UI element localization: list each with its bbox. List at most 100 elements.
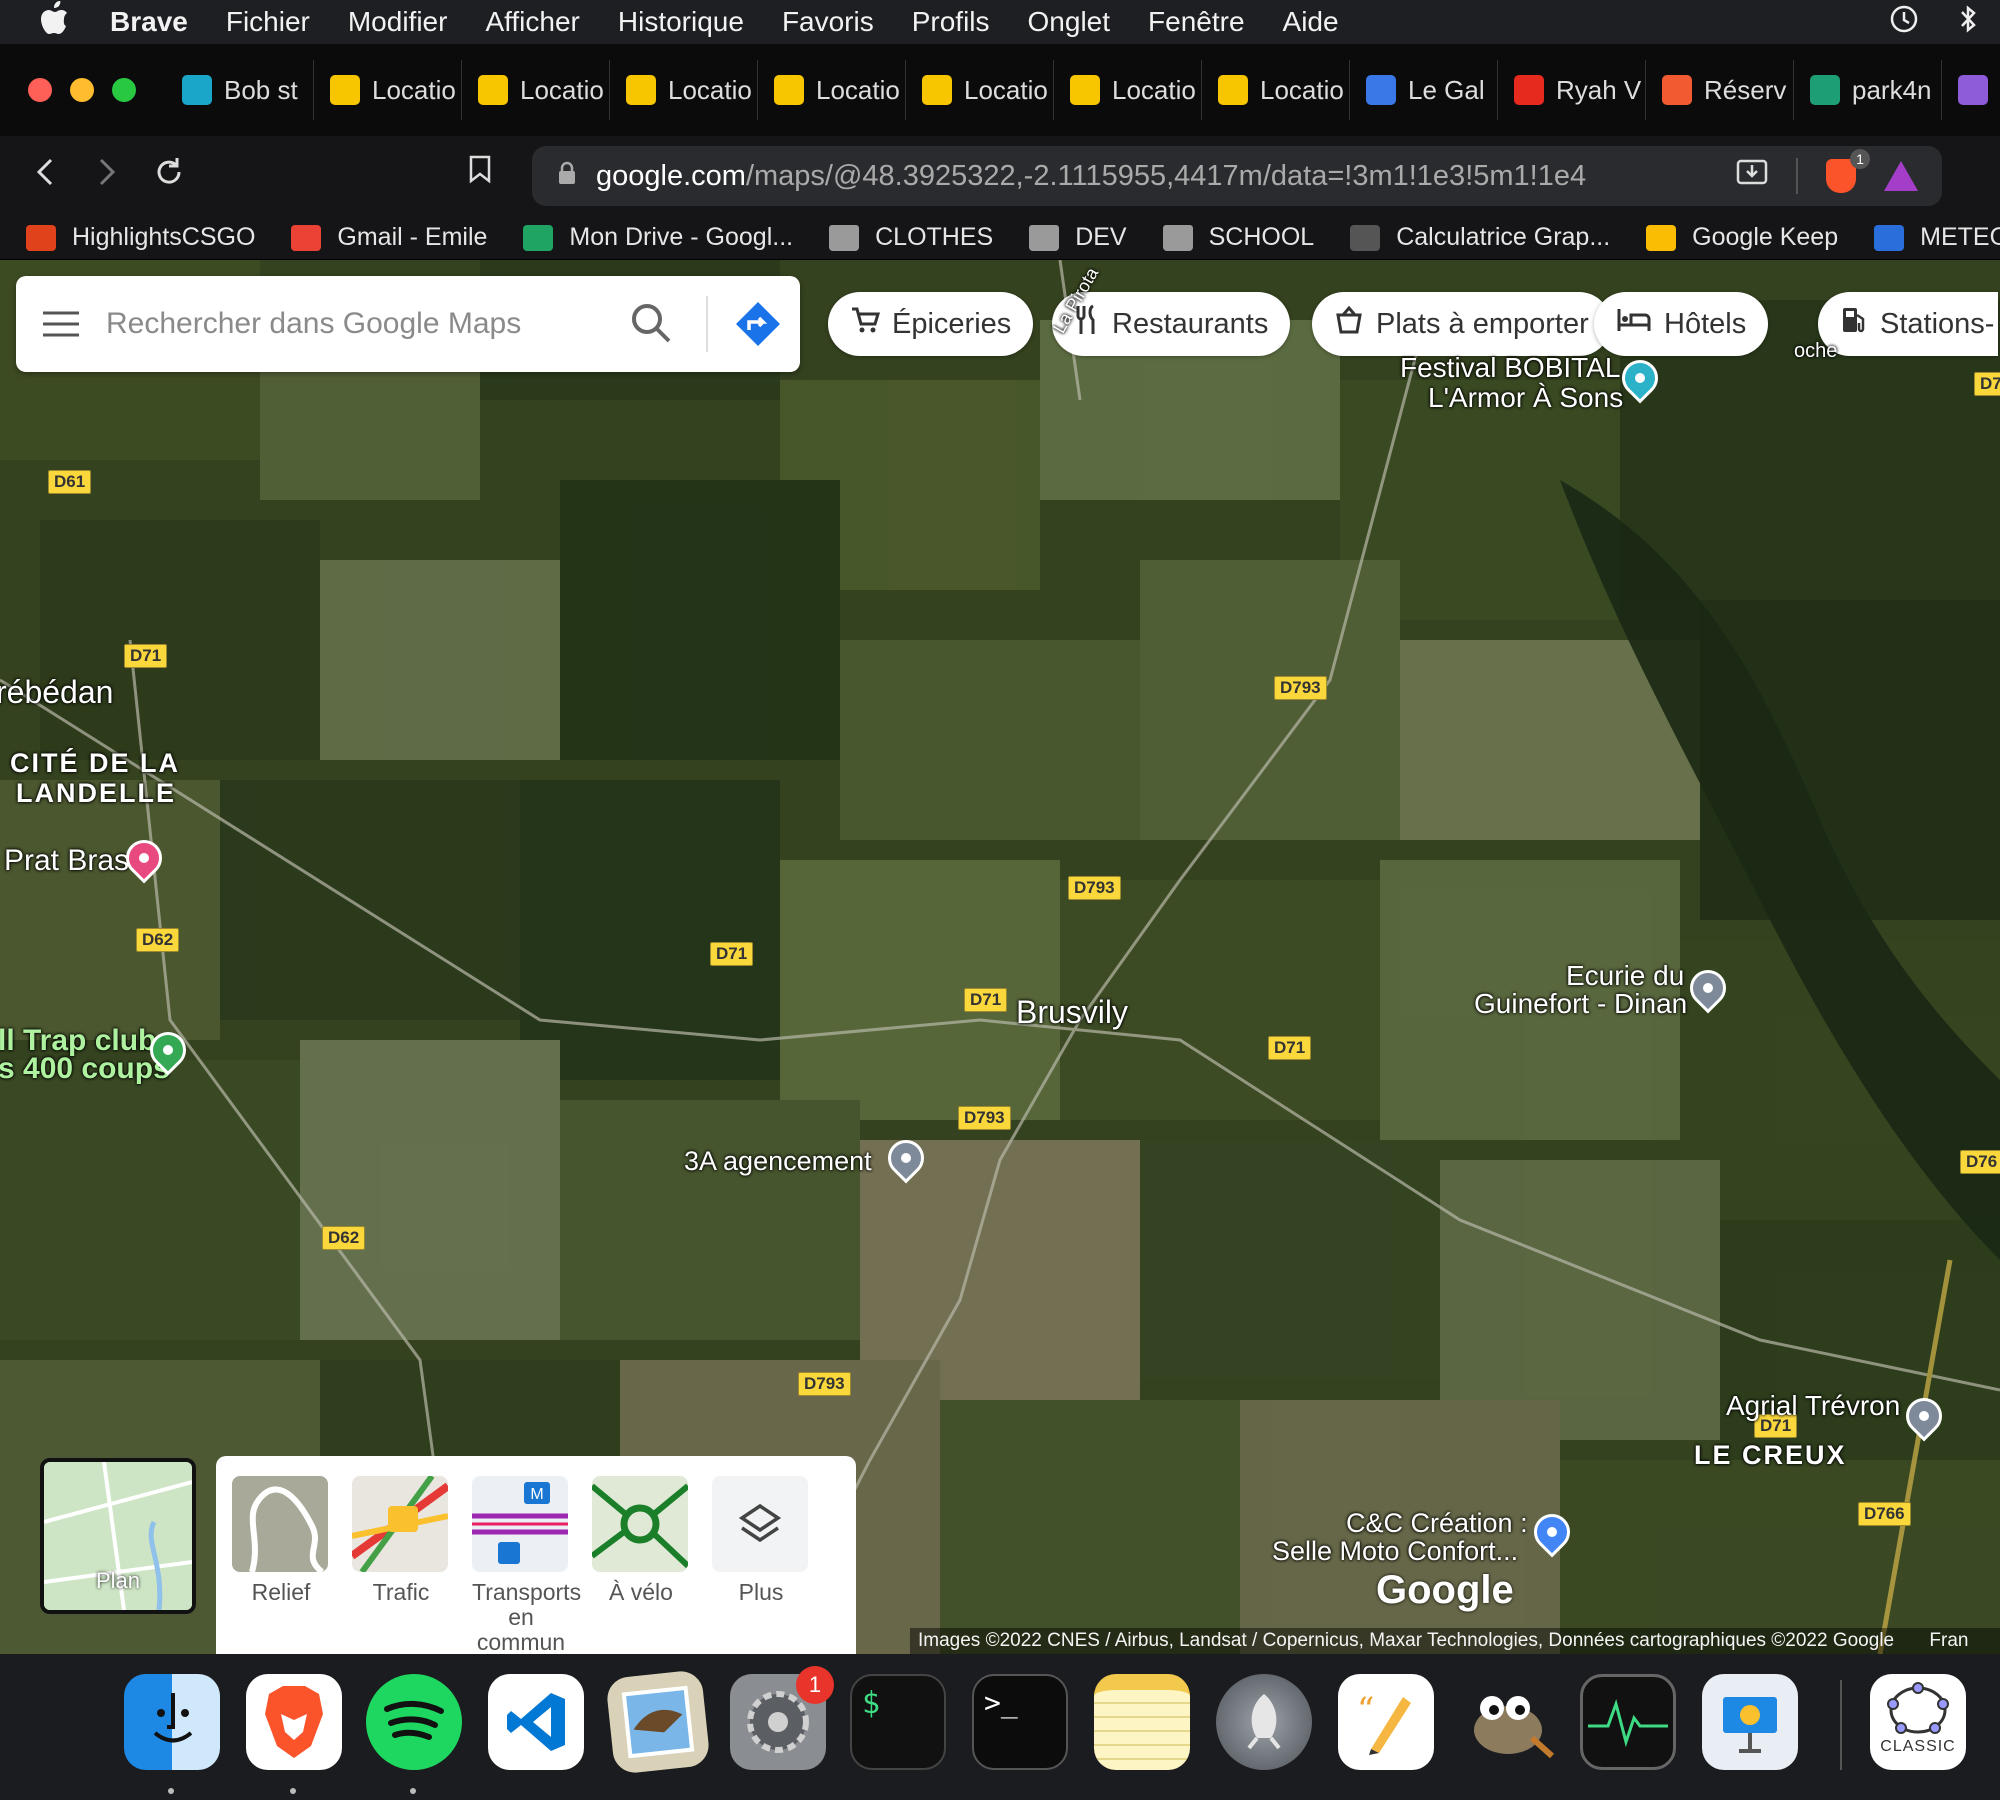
spotify-icon[interactable] bbox=[366, 1674, 462, 1770]
iterm-icon[interactable]: $ bbox=[850, 1674, 946, 1770]
hertz-icon bbox=[774, 75, 804, 105]
layer-plus[interactable]: Plus bbox=[712, 1476, 810, 1634]
textedit-icon[interactable]: “ bbox=[1338, 1674, 1434, 1770]
menu-favoris[interactable]: Favoris bbox=[782, 6, 874, 38]
forward-icon[interactable] bbox=[76, 155, 138, 197]
lock-icon bbox=[558, 161, 576, 192]
place-label[interactable]: Agrial Trévron bbox=[1726, 1390, 1900, 1422]
browser-tab[interactable]: Locatio bbox=[610, 60, 758, 120]
place-label[interactable]: Prat Bras bbox=[4, 844, 129, 878]
bike-icon bbox=[592, 1476, 688, 1572]
menu-icon[interactable] bbox=[16, 309, 106, 339]
back-icon[interactable] bbox=[14, 155, 76, 197]
bluetooth-icon[interactable] bbox=[1956, 3, 1980, 42]
browser-tab[interactable]: Réserv bbox=[1646, 60, 1794, 120]
place-label[interactable]: rébédan bbox=[0, 674, 113, 711]
notes-icon[interactable] bbox=[1094, 1674, 1190, 1770]
keep-icon bbox=[1646, 224, 1677, 251]
place-label[interactable]: Festival BOBITAL bbox=[1400, 352, 1620, 384]
bookmark-item[interactable]: Mon Drive - Googl... bbox=[523, 223, 793, 252]
place-label[interactable]: LANDELLE bbox=[16, 778, 176, 809]
browser-tab[interactable]: Locatio bbox=[462, 60, 610, 120]
tab-bar: Bob st Locatio Locatio Locatio Locatio Locati… bbox=[0, 44, 2000, 136]
activity-monitor-icon[interactable] bbox=[1580, 1674, 1676, 1770]
road-label: D71 bbox=[124, 644, 168, 668]
bookmark-item[interactable]: METEO T bbox=[1874, 223, 2000, 252]
place-label[interactable]: C&C Création : bbox=[1346, 1508, 1528, 1539]
bookmark-item[interactable]: CLOTHES bbox=[829, 223, 993, 252]
browser-tab[interactable]: Locatio bbox=[1054, 60, 1202, 120]
place-label[interactable]: LE CREUX bbox=[1694, 1440, 1847, 1471]
gmail-icon bbox=[291, 224, 322, 251]
search-icon[interactable] bbox=[628, 300, 674, 351]
brave-shield-icon[interactable]: 1 bbox=[1826, 149, 1870, 193]
bookmark-item[interactable]: DEV bbox=[1029, 223, 1127, 252]
menu-aide[interactable]: Aide bbox=[1283, 6, 1339, 38]
chip-stations[interactable]: Stations- bbox=[1818, 292, 1999, 356]
chip-plats-a-emporter[interactable]: Plats à emporter bbox=[1312, 292, 1611, 356]
search-input[interactable] bbox=[106, 307, 566, 341]
menu-modifier[interactable]: Modifier bbox=[348, 6, 448, 38]
finder-icon[interactable] bbox=[124, 1674, 220, 1770]
place-label[interactable]: L'Armor À Sons bbox=[1428, 382, 1623, 414]
place-label[interactable]: 3A agencement bbox=[684, 1146, 872, 1177]
layer-trafic[interactable]: Trafic bbox=[352, 1476, 450, 1634]
menu-profils[interactable]: Profils bbox=[912, 6, 990, 38]
browser-tab[interactable]: Locatio bbox=[906, 60, 1054, 120]
terminal-icon[interactable]: >_ bbox=[972, 1674, 1068, 1770]
minimize-window-icon[interactable] bbox=[70, 78, 94, 102]
browser-tab[interactable]: park4n bbox=[1794, 60, 1942, 120]
browser-tab[interactable]: Bob st bbox=[166, 60, 314, 120]
place-label[interactable]: Guinefort - Dinan bbox=[1474, 988, 1687, 1020]
place-label[interactable]: CITÉ DE LA bbox=[10, 748, 180, 779]
map-type-plan-button[interactable]: Plan bbox=[40, 1458, 196, 1614]
menu-fenetre[interactable]: Fenêtre bbox=[1148, 6, 1245, 38]
install-app-icon[interactable] bbox=[1736, 157, 1768, 195]
road-label: D7 bbox=[1974, 372, 2000, 396]
brave-icon[interactable] bbox=[246, 1674, 342, 1770]
gimp-icon[interactable] bbox=[1460, 1674, 1556, 1770]
place-label-brusvily[interactable]: Brusvily bbox=[1016, 994, 1128, 1031]
bookmark-item[interactable]: SCHOOL bbox=[1162, 223, 1314, 252]
bookmark-item[interactable]: Google Keep bbox=[1646, 223, 1838, 252]
menu-app[interactable]: Brave bbox=[110, 6, 188, 38]
bookmark-icon[interactable] bbox=[468, 154, 492, 192]
place-label[interactable]: Selle Moto Confort... bbox=[1272, 1536, 1518, 1567]
browser-tab[interactable]: Locatio bbox=[1202, 60, 1350, 120]
reload-icon[interactable] bbox=[138, 155, 200, 198]
bookmark-item[interactable]: Gmail - Emile bbox=[291, 223, 487, 252]
layer-relief[interactable]: Relief bbox=[232, 1476, 330, 1634]
time-machine-icon[interactable] bbox=[1888, 3, 1920, 42]
browser-tab[interactable]: Locatio bbox=[314, 60, 462, 120]
brave-rewards-icon[interactable] bbox=[1884, 161, 1918, 191]
geogebra-icon[interactable]: CLASSIC bbox=[1870, 1674, 1966, 1770]
road-label: D793 bbox=[798, 1372, 851, 1396]
chip-hotels[interactable]: Hôtels bbox=[1594, 292, 1769, 356]
menu-historique[interactable]: Historique bbox=[618, 6, 744, 38]
mail-icon[interactable] bbox=[605, 1669, 711, 1775]
close-window-icon[interactable] bbox=[28, 78, 52, 102]
address-bar[interactable]: google.com/maps/@48.3925322,-2.1115955,4… bbox=[532, 146, 1942, 206]
menu-fichier[interactable]: Fichier bbox=[226, 6, 310, 38]
map-canvas[interactable]: Épiceries Restaurants Plats à emporter H… bbox=[0, 260, 2000, 1654]
system-preferences-icon[interactable]: 1 bbox=[730, 1666, 834, 1770]
browser-tab[interactable]: Ba bbox=[1942, 60, 2000, 120]
apple-icon[interactable] bbox=[0, 1, 110, 43]
bookmark-item[interactable]: HighlightsCSGO bbox=[26, 223, 255, 252]
chip-restaurants[interactable]: Restaurants bbox=[1052, 292, 1291, 356]
layer-velo[interactable]: À vélo bbox=[592, 1476, 690, 1634]
keynote-icon[interactable] bbox=[1702, 1674, 1798, 1770]
vscode-icon[interactable] bbox=[488, 1674, 584, 1770]
browser-tab[interactable]: Le Gal bbox=[1350, 60, 1498, 120]
browser-tab[interactable]: Locatio bbox=[758, 60, 906, 120]
launchpad-icon[interactable] bbox=[1216, 1674, 1312, 1770]
zoom-window-icon[interactable] bbox=[112, 78, 136, 102]
browser-tab[interactable]: Ryah V bbox=[1498, 60, 1646, 120]
menu-afficher[interactable]: Afficher bbox=[485, 6, 579, 38]
bookmark-item[interactable]: Calculatrice Grap... bbox=[1350, 223, 1610, 252]
layer-transports[interactable]: M Transports en commun bbox=[472, 1476, 581, 1654]
place-label[interactable]: s 400 coups bbox=[0, 1052, 170, 1086]
menu-onglet[interactable]: Onglet bbox=[1028, 6, 1111, 38]
directions-icon[interactable] bbox=[734, 300, 782, 348]
chip-epiceries[interactable]: Épiceries bbox=[828, 292, 1034, 356]
